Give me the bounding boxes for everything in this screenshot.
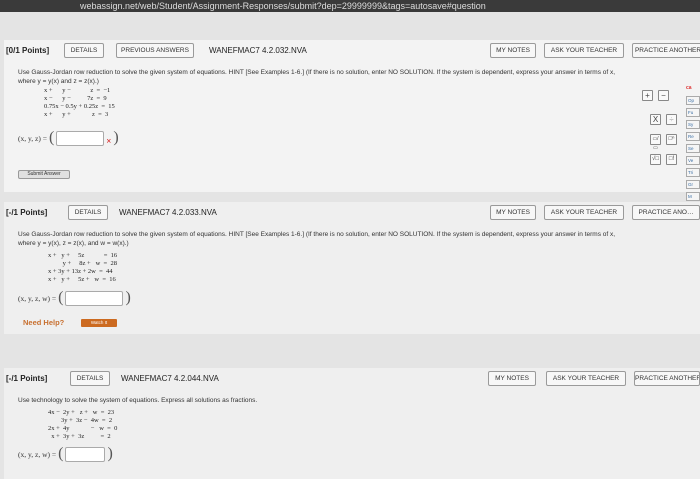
answer-input[interactable] xyxy=(65,446,106,462)
question-2-points: [-/1 Points] xyxy=(6,208,48,217)
question-3-points: [-/1 Points] xyxy=(6,374,48,383)
square-root-icon[interactable]: √□ xyxy=(650,154,661,165)
left-paren: ( xyxy=(58,445,64,462)
left-paren: ( xyxy=(48,129,55,146)
divide-icon[interactable]: ÷ xyxy=(666,114,677,125)
side-panel-header: ca xyxy=(686,85,692,91)
question-2-instruction-2: where y = y(x), z = z(x), and w = w(x).) xyxy=(18,240,129,247)
question-1-points: [0/1 Points] xyxy=(6,46,50,55)
question-1: [0/1 Points] DETAILS PREVIOUS ANSWERS WA… xyxy=(4,40,700,192)
exponent-icon[interactable]: □ⁿ xyxy=(666,134,677,145)
equation-2: 3y + 3z − 4w = 2 xyxy=(48,417,113,424)
submit-answer-button[interactable]: Submit Answer xyxy=(18,170,70,179)
previous-answers-button[interactable]: PREVIOUS ANSWERS xyxy=(116,43,194,58)
question-1-header: [0/1 Points] DETAILS PREVIOUS ANSWERS WA… xyxy=(4,40,700,62)
side-tab-sets[interactable]: Se xyxy=(686,144,700,153)
answer-label: (x, y, z, w) = xyxy=(18,293,57,303)
multiply-icon[interactable]: X xyxy=(650,114,661,125)
equation-3: 0.75x − 0.5y + 0.25z = 15 xyxy=(44,103,115,110)
my-notes-button[interactable]: MY NOTES xyxy=(490,43,536,58)
plus-icon[interactable]: + xyxy=(642,90,653,101)
equation-4: x + 3y + 3z = 2 xyxy=(48,433,111,440)
left-paren: ( xyxy=(58,289,64,306)
question-2-instruction: Use Gauss-Jordan row reduction to solve … xyxy=(18,231,616,238)
details-button[interactable]: DETAILS xyxy=(70,371,110,386)
ask-teacher-button[interactable]: ASK YOUR TEACHER xyxy=(546,371,626,386)
details-button[interactable]: DETAILS xyxy=(64,43,104,58)
question-2-id: WANEFMAC7 4.2.033.NVA xyxy=(119,208,217,217)
equation-4: x + y + z = 3 xyxy=(44,111,109,118)
question-1-instruction-2: where y = y(x) and z = z(x).) xyxy=(18,78,99,85)
side-tab-operations[interactable]: Op xyxy=(686,96,700,105)
answer-label: (x, y, z) = xyxy=(18,133,47,143)
fraction-icon[interactable]: ▭/▭ xyxy=(650,134,661,151)
assignment-page: [0/1 Points] DETAILS PREVIOUS ANSWERS WA… xyxy=(0,12,700,479)
ask-teacher-button[interactable]: ASK YOUR TEACHER xyxy=(544,205,624,220)
answer-row: (x, y, z, w) = ( ) xyxy=(18,446,115,462)
factorial-icon[interactable]: □! xyxy=(666,154,677,165)
practice-another-button[interactable]: PRACTICE ANOTHER xyxy=(634,371,700,386)
side-tab-functions[interactable]: Fu xyxy=(686,108,700,117)
right-paren: ) xyxy=(107,445,113,462)
ask-teacher-button[interactable]: ASK YOUR TEACHER xyxy=(544,43,624,58)
incorrect-mark-icon: × xyxy=(106,136,112,146)
right-paren: ) xyxy=(125,289,131,306)
answer-input[interactable] xyxy=(56,130,105,146)
equation-3: x + 3y + 13z + 2w = 44 xyxy=(48,268,113,275)
equation-4: x + y + 5z + w = 16 xyxy=(48,276,116,283)
question-1-id: WANEFMAC7 4.2.032.NVA xyxy=(209,46,307,55)
side-tab-greek[interactable]: Gr xyxy=(686,180,700,189)
question-1-instruction: Use Gauss-Jordan row reduction to solve … xyxy=(18,69,616,76)
equation-1: 4x − 2y + z + w = 23 xyxy=(48,409,115,416)
question-3-header: [-/1 Points] DETAILS WANEFMAC7 4.2.044.N… xyxy=(4,368,700,390)
side-tab-relations[interactable]: Re xyxy=(686,132,700,141)
question-3-id: WANEFMAC7 4.2.044.NVA xyxy=(121,374,219,383)
side-tab-vectors[interactable]: Ve xyxy=(686,156,700,165)
my-notes-button[interactable]: MY NOTES xyxy=(488,371,536,386)
browser-url-bar: webassign.net/web/Student/Assignment-Res… xyxy=(0,0,700,12)
minus-icon[interactable]: − xyxy=(658,90,669,101)
answer-input[interactable] xyxy=(65,290,124,306)
question-2: [-/1 Points] DETAILS WANEFMAC7 4.2.033.N… xyxy=(4,202,700,334)
equation-2: x − y − 7z = 9 xyxy=(44,95,107,102)
question-2-header: [-/1 Points] DETAILS WANEFMAC7 4.2.033.N… xyxy=(4,202,700,224)
answer-label: (x, y, z, w) = xyxy=(18,449,57,459)
equation-2: y + 8z + w = 28 xyxy=(48,260,117,267)
my-notes-button[interactable]: MY NOTES xyxy=(490,205,536,220)
side-tab-more[interactable]: M xyxy=(686,192,700,201)
practice-another-button[interactable]: PRACTICE ANOTHER xyxy=(632,43,700,58)
equation-1: x + y − z = −1 xyxy=(44,87,111,94)
equation-1: x + y + 5z = 16 xyxy=(48,252,118,259)
question-3: [-/1 Points] DETAILS WANEFMAC7 4.2.044.N… xyxy=(4,368,700,479)
right-paren: ) xyxy=(113,129,119,146)
question-3-instruction: Use technology to solve the system of eq… xyxy=(18,397,258,404)
need-help-label: Need Help? xyxy=(23,318,65,327)
equation-3: 2x + 4y − w = 0 xyxy=(48,425,118,432)
side-tab-symbols[interactable]: Sy xyxy=(686,120,700,129)
answer-row: (x, y, z) = ( × ) xyxy=(18,129,121,147)
details-button[interactable]: DETAILS xyxy=(68,205,108,220)
watch-it-button[interactable]: Watch It xyxy=(81,319,117,327)
side-tab-trig[interactable]: Tri xyxy=(686,168,700,177)
answer-row: (x, y, z, w) = ( ) xyxy=(18,290,133,306)
practice-another-button[interactable]: PRACTICE ANO… xyxy=(632,205,700,220)
